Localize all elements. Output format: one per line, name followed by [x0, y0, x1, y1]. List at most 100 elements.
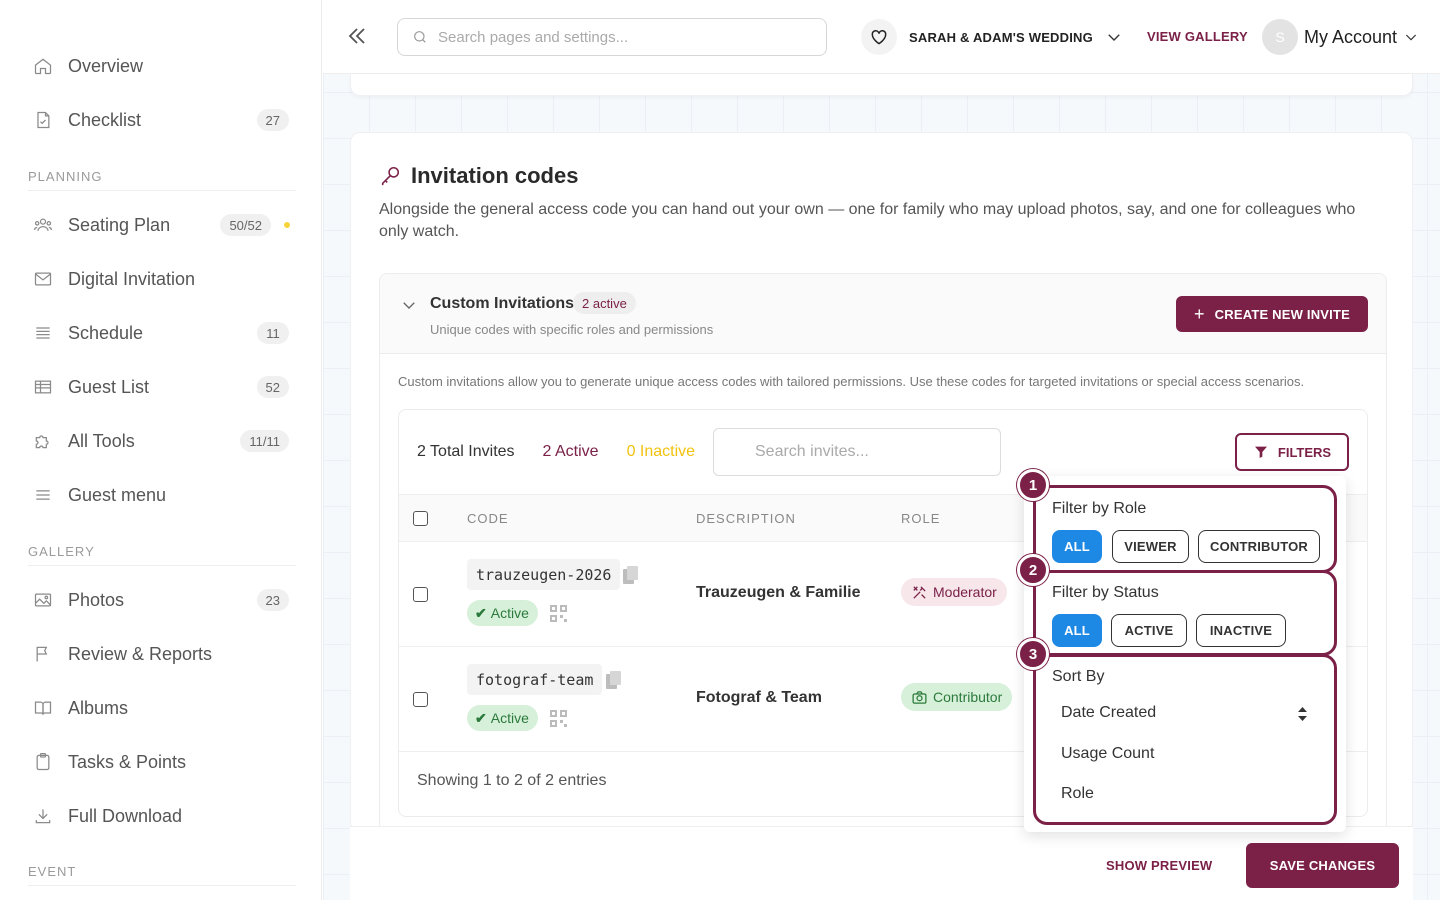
collapse-sidebar-button[interactable] — [345, 24, 371, 50]
column-header-description[interactable]: DESCRIPTION — [696, 511, 796, 526]
count-badge: 23 — [256, 589, 289, 611]
puzzle-icon — [32, 430, 54, 452]
sidebar-item-guest-list[interactable]: Guest List 52 — [28, 367, 293, 407]
account-menu[interactable]: S My Account — [1262, 19, 1419, 55]
sidebar-item-label: Guest List — [68, 376, 150, 397]
mail-icon — [32, 268, 54, 290]
copy-icon[interactable] — [606, 671, 622, 689]
card-description: Alongside the general access code you ca… — [379, 201, 1356, 240]
inactive-invites[interactable]: 0 Inactive — [627, 443, 695, 461]
custom-invitations-title: Custom Invitations — [430, 295, 575, 312]
count-badge: 52 — [256, 376, 289, 398]
sidebar-item-digital-invitation[interactable]: Digital Invitation — [28, 259, 293, 299]
check-icon: ✔ — [475, 709, 487, 726]
plus-icon: + — [1193, 303, 1205, 324]
card-title-row: Invitation codes — [379, 163, 578, 189]
column-header-code[interactable]: CODE — [467, 511, 509, 526]
search-input[interactable] — [438, 28, 808, 46]
total-invites: 2 Total Invites — [417, 443, 515, 460]
wedding-name: SARAH & ADAM'S WEDDING — [909, 29, 1093, 45]
status-badge: ✔ Active — [467, 705, 538, 731]
copy-icon[interactable] — [623, 566, 639, 584]
sidebar-item-review-reports[interactable]: Review & Reports — [28, 634, 293, 674]
count-badge: 50/52 — [220, 214, 271, 236]
status-label: Active — [490, 710, 529, 726]
section-label-gallery: GALLERY — [28, 544, 296, 566]
sidebar-item-tasks-points[interactable]: Tasks & Points — [28, 742, 293, 782]
filter-icon — [1254, 446, 1267, 458]
custom-invitations-header[interactable]: Custom Invitations 2 active Unique codes… — [380, 274, 1386, 354]
key-icon — [381, 166, 400, 186]
topbar: SARAH & ADAM'S WEDDING VIEW GALLERY S My… — [323, 0, 1440, 74]
status-badge: ✔ Active — [467, 600, 538, 626]
action-bar: SHOW PREVIEW SAVE CHANGES — [350, 826, 1413, 900]
step-marker: 1 — [1017, 469, 1049, 501]
status-filter-inactive[interactable]: INACTIVE — [1196, 614, 1286, 647]
global-search[interactable] — [397, 18, 827, 56]
view-gallery-link[interactable]: VIEW GALLERY — [1147, 29, 1248, 44]
sidebar-item-label: Review & Reports — [68, 643, 213, 664]
page-title: Invitation codes — [411, 163, 579, 188]
row-checkbox[interactable] — [413, 692, 428, 707]
status-filter-active[interactable]: ACTIVE — [1111, 614, 1187, 647]
show-preview-button[interactable]: SHOW PREVIEW — [1106, 858, 1212, 873]
sort-by-label: Sort By — [1052, 668, 1105, 685]
filters-button[interactable]: FILTERS — [1235, 433, 1349, 471]
filter-by-status-label: Filter by Status — [1052, 584, 1159, 601]
avatar: S — [1262, 19, 1298, 55]
sidebar-item-albums[interactable]: Albums — [28, 688, 293, 728]
sidebar-item-guest-menu[interactable]: Guest menu — [28, 475, 293, 515]
step-marker: 3 — [1017, 638, 1049, 670]
active-invites[interactable]: 2 Active — [543, 443, 599, 461]
filter-by-role-label: Filter by Role — [1052, 500, 1147, 517]
invite-search[interactable] — [713, 428, 1001, 476]
role-filter-viewer[interactable]: VIEWER — [1112, 530, 1189, 563]
invite-code: fotograf-team — [467, 664, 603, 695]
role-filter-contributor[interactable]: CONTRIBUTOR — [1198, 530, 1320, 563]
sidebar-item-label: Seating Plan — [68, 214, 171, 235]
chevron-down-icon — [1405, 34, 1417, 41]
select-all-checkbox[interactable] — [413, 511, 428, 526]
count-badge: 11 — [257, 322, 289, 344]
role-filter-all[interactable]: ALL — [1052, 530, 1102, 563]
role-badge: Contributor — [901, 683, 1013, 711]
status-filter-all[interactable]: ALL — [1052, 614, 1102, 647]
clipboard-icon — [32, 751, 54, 773]
column-header-role[interactable]: ROLE — [901, 511, 940, 526]
section-label-event: EVENT — [28, 864, 296, 886]
sidebar-item-schedule[interactable]: Schedule 11 — [28, 313, 293, 353]
notification-dot — [284, 222, 290, 228]
role-label: Contributor — [933, 689, 1003, 705]
custom-invitations-info: Custom invitations allow you to generate… — [398, 374, 1305, 389]
filters-label: FILTERS — [1277, 444, 1332, 460]
sidebar: Overview Checklist 27 PLANNING Seating P… — [0, 0, 322, 900]
home-icon — [32, 55, 54, 77]
sidebar-item-label: Schedule — [68, 322, 144, 343]
role-badge: Moderator — [901, 578, 1007, 606]
custom-invitations-subtitle: Unique codes with specific roles and per… — [430, 322, 714, 337]
save-changes-button[interactable]: SAVE CHANGES — [1246, 843, 1399, 888]
sidebar-item-all-tools[interactable]: All Tools 11/11 — [28, 421, 293, 461]
sidebar-item-full-download[interactable]: Full Download — [28, 796, 293, 836]
invite-search-input[interactable] — [714, 429, 1000, 475]
sidebar-item-label: Tasks & Points — [68, 751, 187, 772]
sidebar-item-photos[interactable]: Photos 23 — [28, 580, 293, 620]
sidebar-item-overview[interactable]: Overview — [28, 46, 293, 86]
image-icon — [32, 589, 54, 611]
create-new-invite-button[interactable]: + CREATE NEW INVITE — [1175, 296, 1368, 332]
sort-option-usage-count[interactable]: Usage Count — [1061, 745, 1154, 763]
download-icon — [32, 805, 54, 827]
flag-icon — [32, 643, 54, 665]
sort-option-date-created[interactable]: Date Created — [1061, 704, 1156, 722]
book-icon — [32, 697, 54, 719]
sidebar-item-seating-plan[interactable]: Seating Plan 50/52 — [28, 205, 293, 245]
sort-option-role[interactable]: Role — [1061, 785, 1094, 803]
sidebar-item-checklist[interactable]: Checklist 27 — [28, 100, 293, 140]
invite-stats: 2 Total Invites 2 Active 0 Inactive — [417, 443, 695, 461]
count-badge: 11/11 — [240, 430, 289, 452]
chevron-down-icon[interactable] — [400, 296, 418, 314]
qr-code-icon[interactable] — [550, 605, 567, 622]
qr-code-icon[interactable] — [550, 710, 567, 727]
row-checkbox[interactable] — [413, 587, 428, 602]
wedding-selector[interactable]: SARAH & ADAM'S WEDDING — [861, 19, 1123, 55]
